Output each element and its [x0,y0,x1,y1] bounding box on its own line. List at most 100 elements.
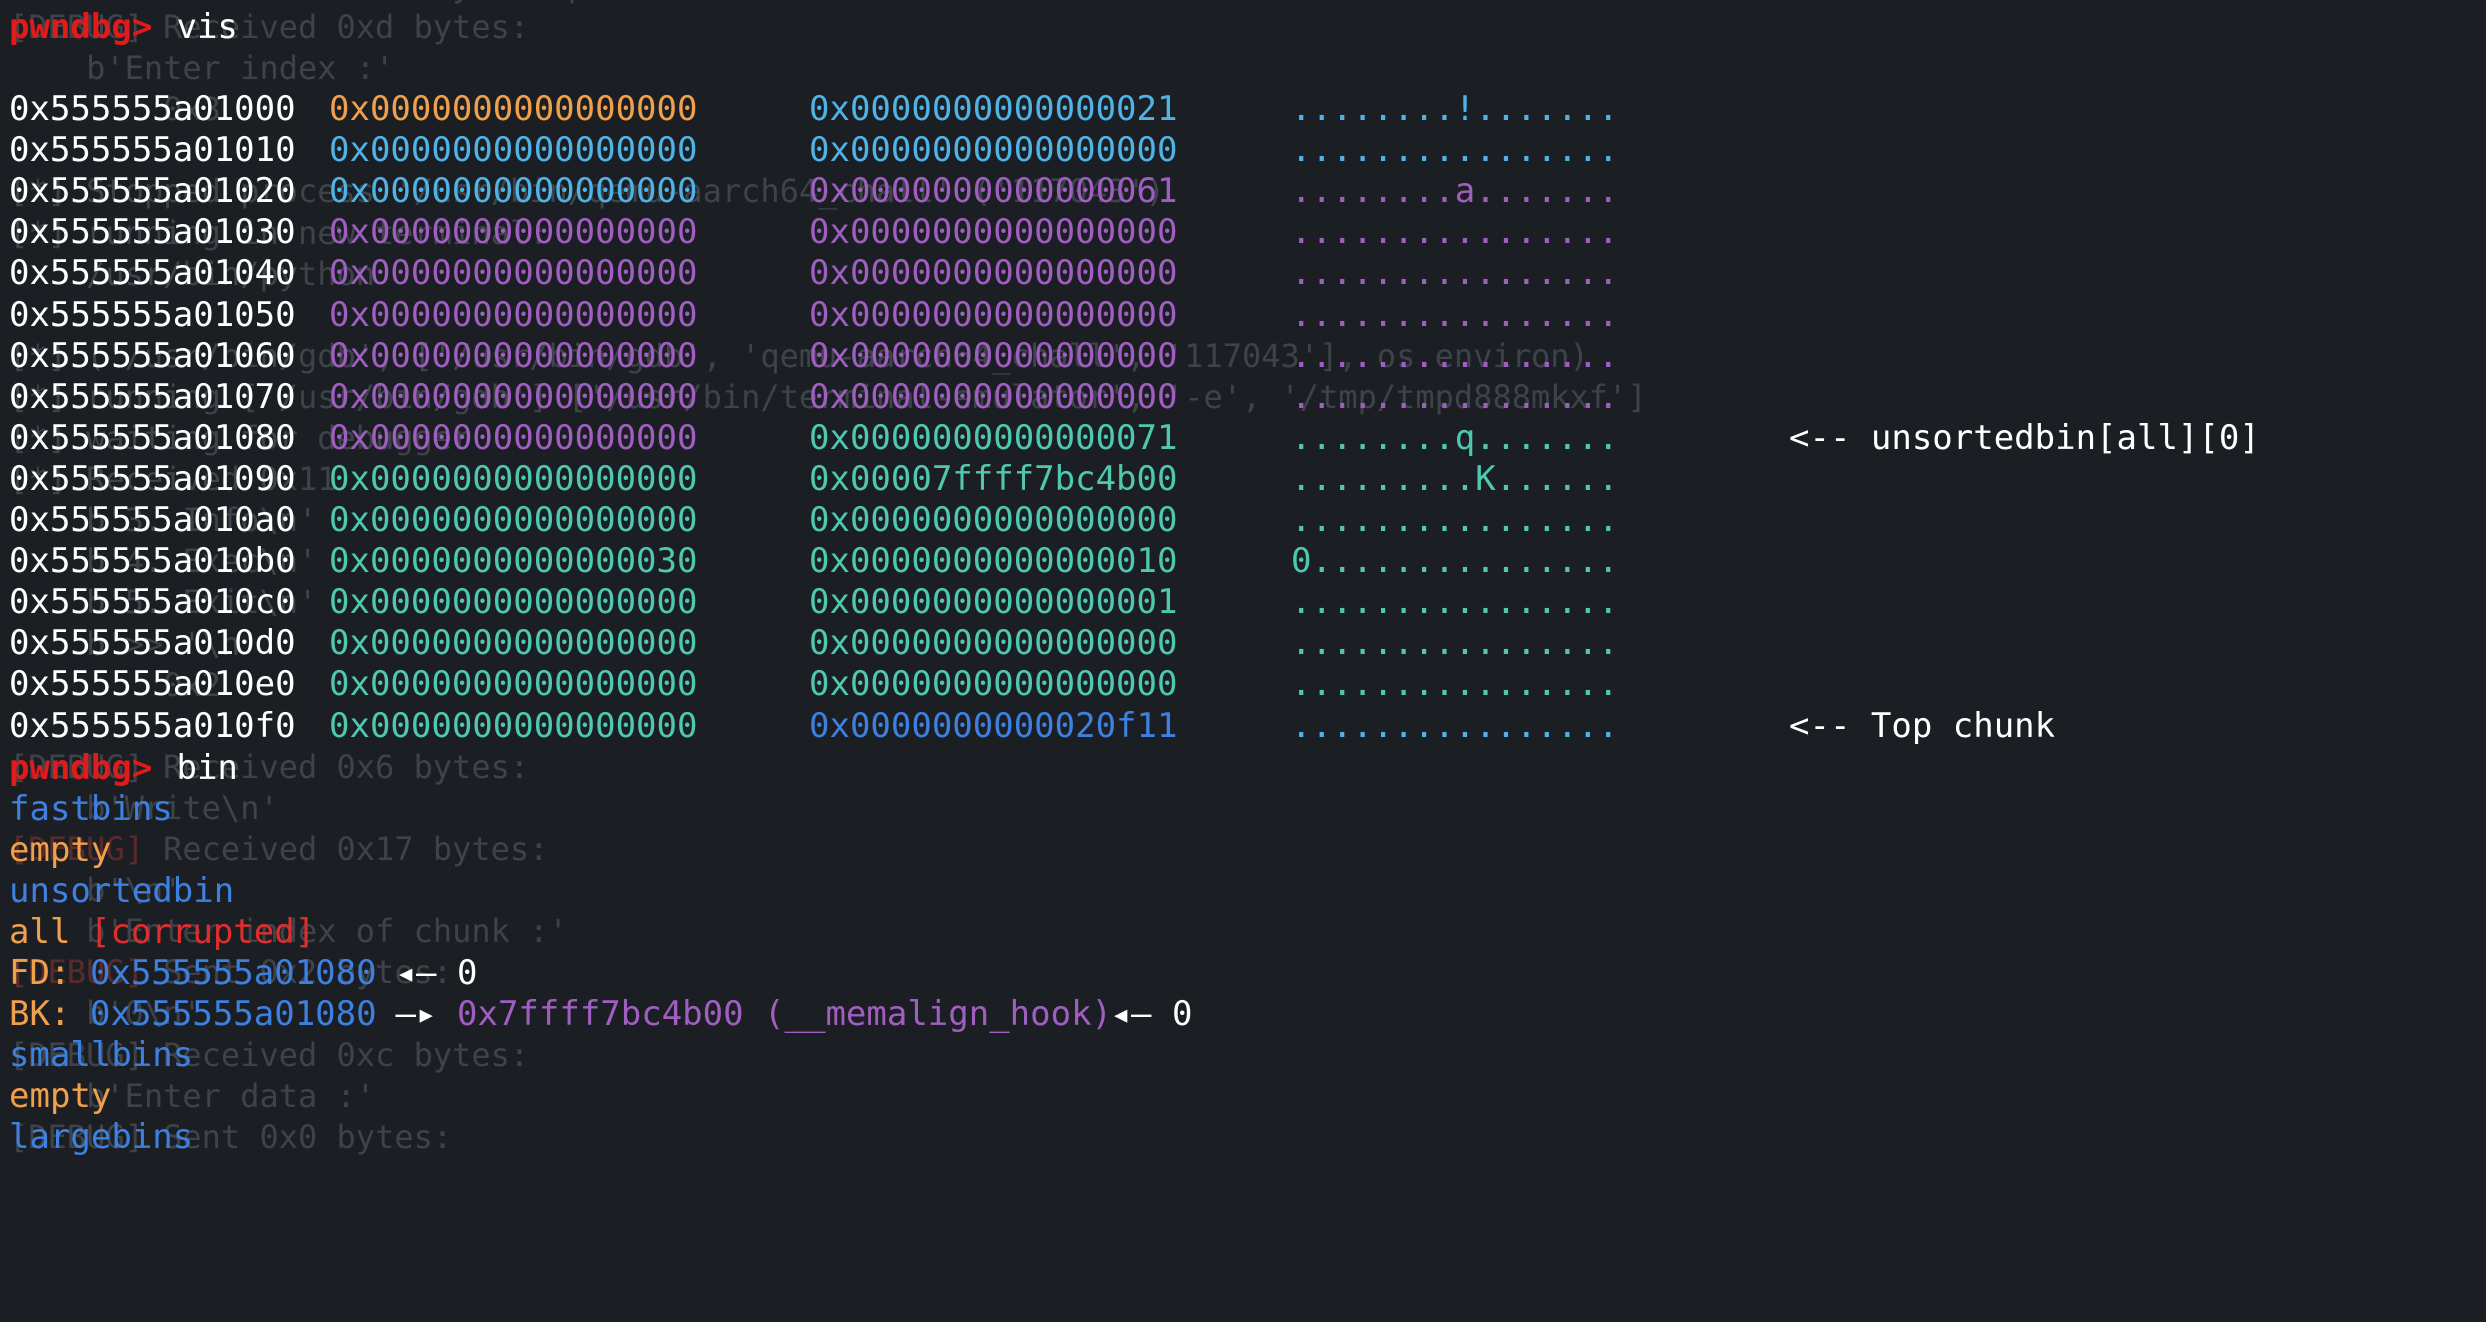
qword-2: 0x0000000000000000 [809,500,1178,540]
fastbins-empty-text: empty [9,830,112,870]
qword-1: 0x0000000000000000 [329,294,698,335]
smallbins-header: smallbins [9,1035,193,1076]
row-address: 0x555555a01060 [9,335,296,376]
largebins-label: largebins [9,1117,194,1157]
qword-1: 0x0000000000000000 [329,130,698,171]
row-address: 0x555555a010b0 [9,541,296,582]
row-address: 0x555555a01020 [9,171,296,212]
fd-label: FD: [9,953,91,993]
fd-address: 0x555555a01080 [90,953,377,993]
vis-command-line: pwndbg> vis [9,7,238,48]
bk-label: BK: [9,994,91,1034]
row-address: 0x555555a010a0 [9,500,296,540]
qword-2: 0x0000000000000071 [809,417,1178,458]
fd-pointer-line: FD: 0x555555a01080 ◂— 0 [9,953,477,994]
qword-1: 0x0000000000000000 [329,417,698,458]
qword-1: 0x0000000000000000 [329,582,698,623]
qword-1: 0x0000000000000000 [329,89,698,129]
largebins-header: largebins [9,1117,193,1158]
bin-command-line: pwndbg> bin [9,748,238,789]
row-address: 0x555555a01090 [9,458,296,499]
ascii-dump: ........q....... [1291,417,1619,458]
ascii-dump: ................ [1291,623,1619,664]
ascii-dump: ........a....... [1291,171,1619,212]
left-arrow-icon: ◂— [375,953,457,993]
qword-1: 0x0000000000000000 [329,376,698,417]
ascii-dump: ................ [1291,500,1619,540]
row-address: 0x555555a010e0 [9,664,296,705]
qword-2: 0x0000000000000000 [809,294,1178,335]
all-label: all [9,912,91,952]
chunk-annotation: <-- Top chunk [1789,705,2056,746]
qword-1: 0x0000000000000000 [329,458,698,499]
ascii-dump: ................ [1291,335,1619,376]
qword-1: 0x0000000000000000 [329,705,698,746]
qword-2: 0x0000000000000000 [809,253,1178,294]
prompt-label: pwndbg> [9,7,153,47]
row-address: 0x555555a010d0 [9,623,296,664]
qword-2: 0x0000000000000021 [809,89,1178,129]
row-address: 0x555555a010f0 [9,705,296,746]
terminal-window[interactable]: pwndbg> vis 0x555555a01000 0x000000000000… [0,0,2486,1157]
ascii-dump: ........!....... [1291,89,1619,129]
ascii-dump: ................ [1291,664,1619,705]
qword-2: 0x0000000000000000 [809,623,1178,664]
row-address: 0x555555a01070 [9,376,296,417]
qword-2: 0x0000000000000000 [809,664,1178,705]
qword-2: 0x00007ffff7bc4b00 [809,458,1178,499]
qword-2: 0x0000000000000010 [809,541,1178,582]
row-address: 0x555555a01000 [9,89,296,129]
fd-value: 0 [457,953,478,993]
qword-2: 0x0000000000000000 [809,212,1178,253]
ascii-dump: ................ [1291,212,1619,253]
qword-1: 0x0000000000000030 [329,541,698,582]
smallbins-status: empty [9,1076,111,1117]
qword-1: 0x0000000000000000 [329,253,698,294]
ascii-dump: ................ [1291,130,1619,171]
unsortedbin-label: unsortedbin [9,871,235,911]
fastbins-status: empty [9,830,111,871]
bk-address: 0x555555a01080 [90,994,377,1034]
bk-target-symbol: 0x7ffff7bc4b00 (__memalign_hook) [457,994,1113,1034]
qword-2: 0x0000000000000001 [809,582,1178,623]
fastbins-label: fastbins [9,789,173,829]
ascii-dump: ................ [1291,582,1619,623]
ascii-dump: ................ [1291,705,1619,746]
ascii-dump: 0............... [1291,541,1619,582]
prompt-label: pwndbg> [9,748,153,788]
left-arrow-icon: ◂— [1090,994,1172,1034]
smallbins-label: smallbins [9,1035,194,1075]
qword-1: 0x0000000000000000 [329,664,698,705]
qword-2: 0x0000000000020f11 [809,705,1178,746]
unsortedbin-header: unsortedbin [9,871,234,912]
ascii-dump: ................ [1291,253,1619,294]
row-address: 0x555555a01040 [9,253,296,294]
row-address: 0x555555a010c0 [9,582,296,623]
row-address: 0x555555a01030 [9,212,296,253]
ascii-dump: ................ [1291,376,1619,417]
row-address: 0x555555a01010 [9,130,296,171]
unsortedbin-all-line: all [corrupted] [9,912,315,953]
bk-pointer-line: BK: 0x555555a01080 —▸ 0x7ffff7bc4b00 (__… [9,994,1192,1035]
qword-1: 0x0000000000000000 [329,623,698,664]
qword-1: 0x0000000000000000 [329,500,698,540]
ascii-dump: ................ [1291,294,1619,335]
right-arrow-icon: —▸ [375,994,457,1034]
command-text: vis [156,7,238,47]
qword-2: 0x0000000000000000 [809,335,1178,376]
qword-2: 0x0000000000000000 [809,130,1178,171]
qword-1: 0x0000000000000000 [329,212,698,253]
qword-2: 0x0000000000000000 [809,376,1178,417]
qword-1: 0x0000000000000000 [329,335,698,376]
command-text: bin [156,748,238,788]
corrupted-badge: [corrupted] [90,912,316,952]
row-address: 0x555555a01080 [9,417,296,458]
qword-2: 0x0000000000000061 [809,171,1178,212]
row-address: 0x555555a01050 [9,294,296,335]
smallbins-empty-text: empty [9,1076,112,1116]
bk-value: 0 [1172,994,1193,1034]
qword-1: 0x0000000000000000 [329,171,698,212]
fastbins-header: fastbins [9,789,173,830]
chunk-annotation: <-- unsortedbin[all][0] [1789,417,2260,458]
ascii-dump: .........K...... [1291,458,1619,499]
